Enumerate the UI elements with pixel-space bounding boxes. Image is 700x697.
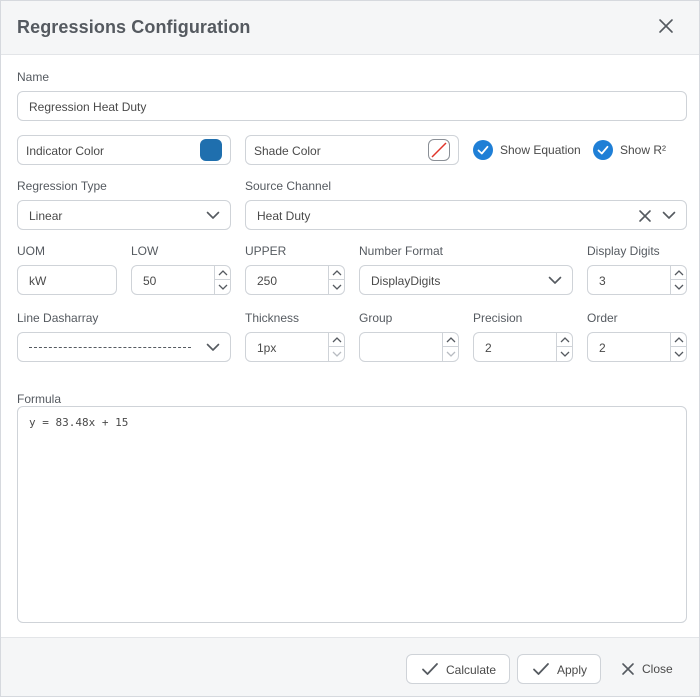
calculate-label: Calculate [446,663,497,677]
chevron-down-icon [662,210,676,220]
source-channel-value: Heat Duty [257,209,311,223]
display-digits-value: 3 [599,274,606,288]
order-label: Order [587,311,618,325]
formula-value: y = 83.48x + 15 [29,416,129,429]
name-label: Name [17,70,50,84]
indicator-color-swatch[interactable] [200,139,222,161]
order-stepper [670,333,686,361]
precision-label: Precision [473,311,523,325]
dialog-header: Regressions Configuration [1,1,699,55]
chevron-up-icon[interactable] [671,266,686,280]
source-channel-select[interactable]: Heat Duty [245,200,687,230]
chevron-up-icon[interactable] [329,266,344,280]
number-format-value: DisplayDigits [371,274,441,288]
show-equation-label[interactable]: Show Equation [500,143,581,157]
chevron-down-icon[interactable] [443,347,458,361]
upper-label: UPPER [245,244,287,258]
line-dasharray-select[interactable] [17,332,231,362]
close-button[interactable]: Close [611,654,687,684]
apply-button[interactable]: Apply [517,654,601,684]
regression-type-label: Regression Type [17,179,107,193]
chevron-up-icon[interactable] [557,333,572,347]
precision-input[interactable]: 2 [473,332,573,362]
chevron-down-icon [548,275,562,285]
display-digits-label: Display Digits [587,244,660,258]
group-label: Group [359,311,393,325]
group-input[interactable] [359,332,459,362]
clear-icon[interactable] [638,209,652,223]
number-format-select[interactable]: DisplayDigits [359,265,573,295]
group-stepper [442,333,458,361]
dialog-footer: Calculate Apply Close [1,637,699,696]
chevron-down-icon[interactable] [215,280,230,294]
thickness-value: 1px [257,341,277,355]
shade-color-label: Shade Color [254,144,321,158]
indicator-color-picker[interactable]: Indicator Color [17,135,231,165]
indicator-color-label: Indicator Color [26,144,105,158]
check-icon [421,662,439,679]
uom-label: UOM [17,244,45,258]
check-icon [477,145,489,155]
thickness-stepper [328,333,344,361]
line-dasharray-label: Line Dasharray [17,311,99,325]
number-format-label: Number Format [359,244,444,258]
calculate-button[interactable]: Calculate [406,654,510,684]
no-color-swatch-icon[interactable] [428,139,450,161]
low-input[interactable]: 50 [131,265,231,295]
display-digits-input[interactable]: 3 [587,265,687,295]
upper-value: 250 [257,274,278,288]
close-label: Close [642,662,673,676]
name-value: Regression Heat Duty [29,100,147,114]
regressions-dialog: Regressions Configuration Name Regressio… [0,0,700,697]
uom-input[interactable]: kW [17,265,117,295]
chevron-down-icon [206,342,220,352]
upper-stepper [328,266,344,294]
order-input[interactable]: 2 [587,332,687,362]
source-channel-label: Source Channel [245,179,332,193]
formula-textarea[interactable]: y = 83.48x + 15 [17,406,687,623]
dialog-title: Regressions Configuration [17,17,251,37]
chevron-down-icon[interactable] [671,347,686,361]
show-r2-label[interactable]: Show R² [620,143,666,157]
chevron-up-icon[interactable] [443,333,458,347]
chevron-down-icon[interactable] [557,347,572,361]
order-value: 2 [599,341,606,355]
formula-label: Formula [17,392,62,406]
close-icon [621,662,635,679]
low-label: LOW [131,244,159,258]
precision-value: 2 [485,341,492,355]
uom-value: kW [29,274,47,288]
chevron-down-icon [206,210,220,220]
dashed-line-preview [29,347,191,348]
show-r2-checkbox[interactable] [593,140,613,160]
precision-stepper [556,333,572,361]
close-icon[interactable] [656,16,676,36]
upper-input[interactable]: 250 [245,265,345,295]
check-icon [597,145,609,155]
name-input[interactable]: Regression Heat Duty [17,91,687,121]
apply-label: Apply [557,663,588,677]
show-equation-checkbox[interactable] [473,140,493,160]
thickness-input[interactable]: 1px [245,332,345,362]
chevron-down-icon[interactable] [671,280,686,294]
chevron-down-icon[interactable] [329,347,344,361]
regression-type-select[interactable]: Linear [17,200,231,230]
check-icon [532,662,550,679]
low-value: 50 [143,274,157,288]
regression-type-value: Linear [29,209,63,223]
thickness-label: Thickness [245,311,300,325]
low-stepper [214,266,230,294]
shade-color-picker[interactable]: Shade Color [245,135,459,165]
chevron-down-icon[interactable] [329,280,344,294]
display-digits-stepper [670,266,686,294]
chevron-up-icon[interactable] [215,266,230,280]
chevron-up-icon[interactable] [329,333,344,347]
chevron-up-icon[interactable] [671,333,686,347]
